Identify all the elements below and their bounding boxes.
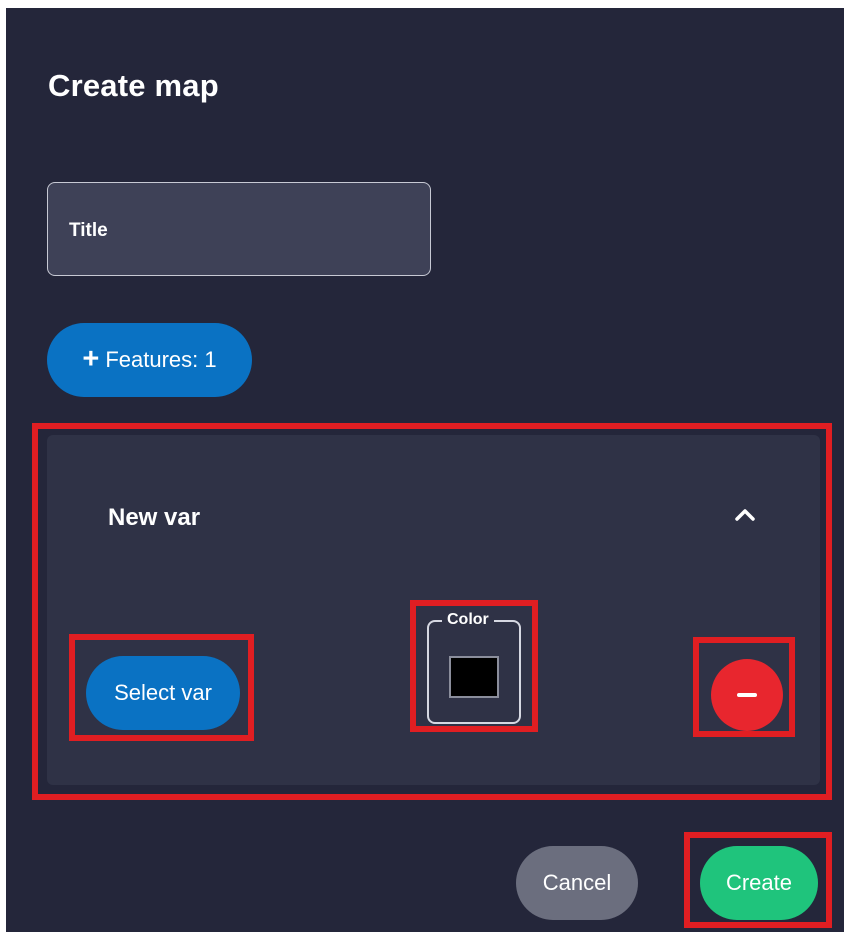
feature-name: New var [108,504,201,531]
create-label: Create [725,870,793,895]
color-picker-field[interactable]: Color [427,610,521,724]
select-var-label: Select var [114,680,212,705]
plus-icon: + [82,342,100,375]
minus-icon [737,693,757,697]
title-input[interactable]: Title [47,182,431,276]
create-button[interactable]: Create [700,846,818,920]
cancel-label: Cancel [542,870,612,895]
add-feature-button[interactable]: + Features: 1 [47,323,252,397]
select-var-button[interactable]: Select var [86,656,240,730]
create-map-dialog: Create map Title + Features: 1 New var S… [6,8,844,932]
title-input-label: Title [69,220,108,241]
cancel-button[interactable]: Cancel [516,846,638,920]
color-swatch[interactable] [449,656,499,698]
dialog-title: Create map [48,68,219,103]
remove-feature-button[interactable] [711,659,783,731]
color-label: Color [442,610,494,630]
chevron-up-icon[interactable] [725,495,765,535]
add-feature-label: Features: 1 [105,347,217,372]
feature-card: New var Select var Color [47,435,820,785]
